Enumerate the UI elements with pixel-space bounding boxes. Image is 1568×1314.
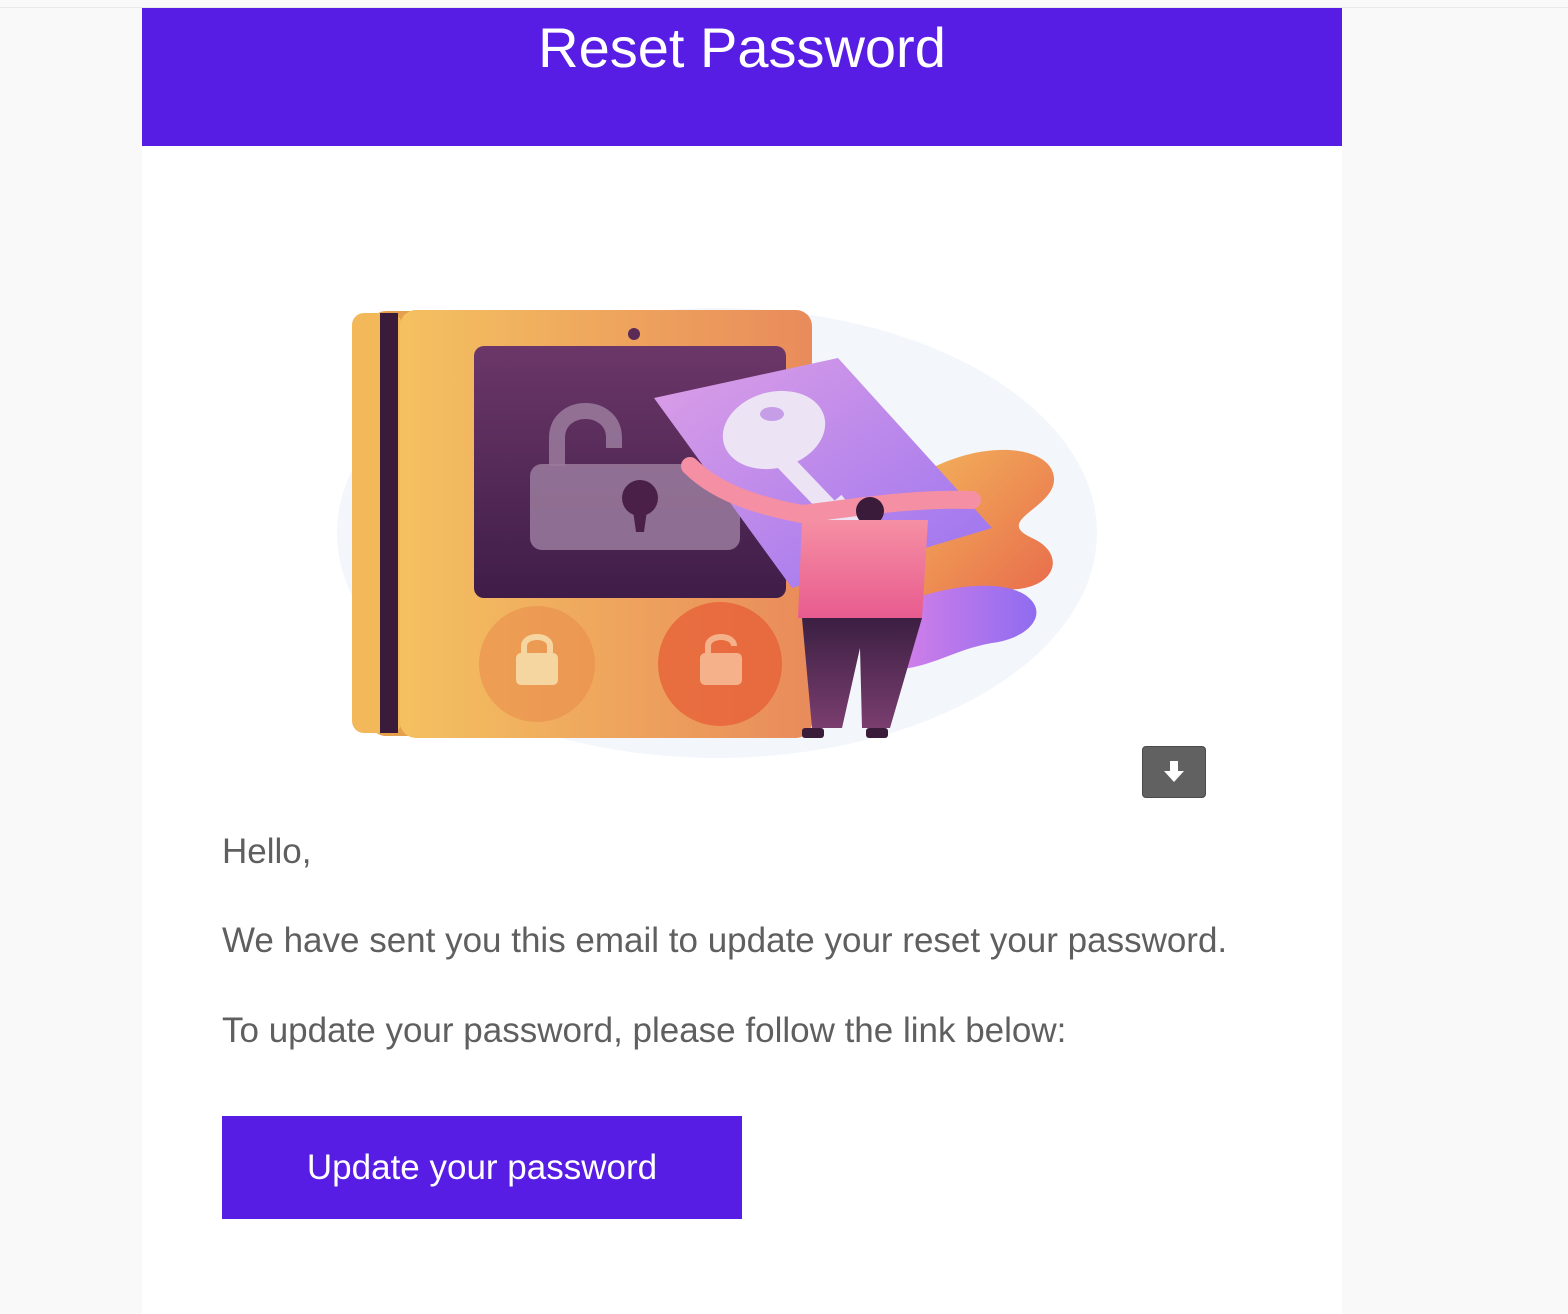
email-card: Reset Password Hello, We have sent you t… [142,8,1342,1314]
top-border [0,0,1568,8]
header-banner: Reset Password [142,8,1342,146]
instruction-text: To update your password, please follow t… [222,1011,1067,1050]
person-torso [798,520,928,618]
update-password-button[interactable]: Update your password [222,1116,742,1219]
message-text: We have sent you this email to update yo… [222,921,1228,960]
greeting-text: Hello, [222,832,312,871]
phone-unlock-illustration [337,308,1097,758]
download-image-button[interactable] [1142,746,1206,798]
phone-camera [628,328,640,340]
page-title: Reset Password [538,16,946,79]
download-arrow-icon [1164,761,1184,782]
